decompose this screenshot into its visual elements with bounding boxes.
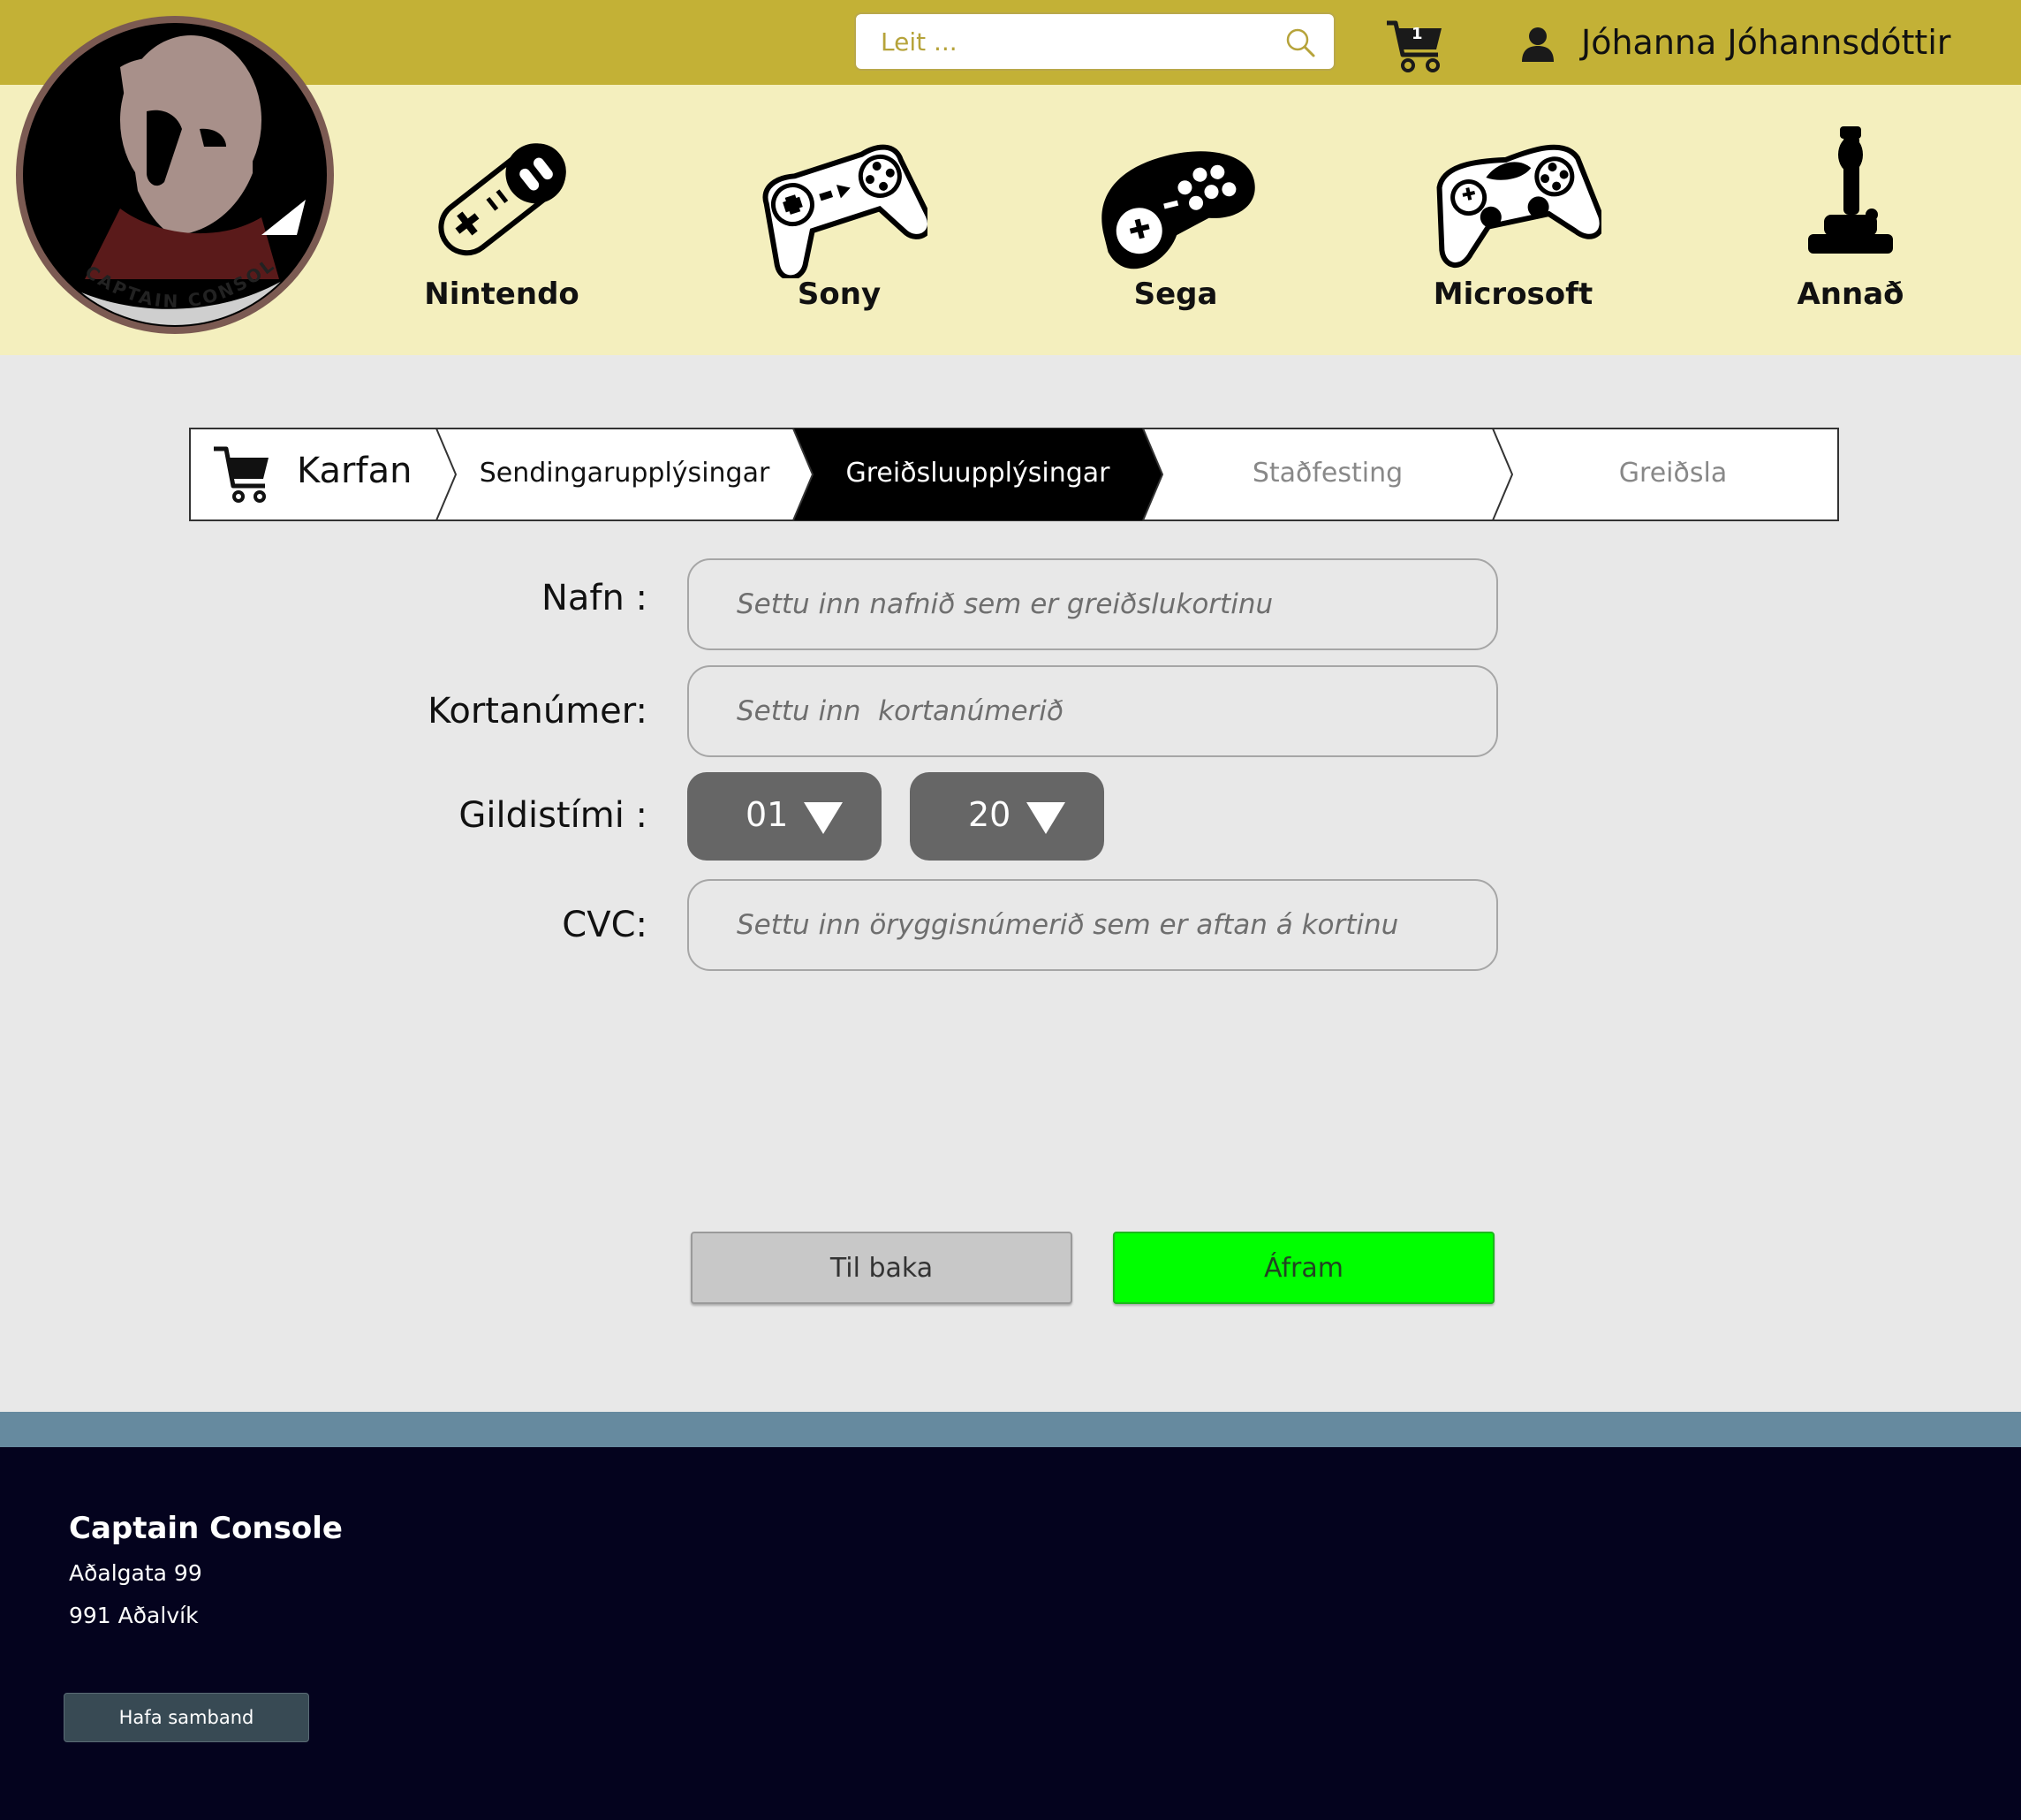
expiry-month-select[interactable]: 01 xyxy=(687,772,882,861)
category-sony[interactable]: Sony xyxy=(742,119,936,340)
chevron-down-icon xyxy=(804,802,843,834)
footer: Captain Console Aðalgata 99 991 Aðalvík … xyxy=(0,1447,2021,1820)
sega-controller-icon xyxy=(1101,151,1255,269)
name-label: Nafn : xyxy=(541,578,647,618)
snes-controller-icon xyxy=(438,143,566,256)
card-number-label: Kortanúmer: xyxy=(428,691,647,732)
cvc-label: CVC: xyxy=(562,905,647,945)
category-annad[interactable]: Annað xyxy=(1753,119,1948,340)
cart-button[interactable]: 1 xyxy=(1385,18,1445,74)
cart-count-badge: 1 xyxy=(1412,25,1423,43)
playstation-controller-icon xyxy=(762,144,927,278)
card-number-field xyxy=(687,665,1498,757)
footer-strip xyxy=(0,1412,2021,1447)
chevron-down-icon xyxy=(1026,802,1065,834)
back-button[interactable]: Til baka xyxy=(691,1232,1072,1304)
expiry-year-select[interactable]: 20 xyxy=(910,772,1104,861)
step-confirmation[interactable]: Staðfesting xyxy=(1157,458,1498,489)
expiry-month-value: 01 xyxy=(746,795,789,834)
captain-console-logo[interactable]: CAPTAIN CONSOLE xyxy=(14,14,336,336)
footer-address-city: 991 Aðalvík xyxy=(69,1603,199,1628)
name-field xyxy=(687,558,1498,650)
cvc-input[interactable] xyxy=(689,881,1496,969)
category-label: Sony xyxy=(797,277,882,312)
step-payment-info[interactable]: Greiðsluupplýsingar xyxy=(807,458,1148,489)
category-sega[interactable]: Sega xyxy=(1079,119,1273,340)
name-input[interactable] xyxy=(689,560,1496,648)
user-icon[interactable] xyxy=(1521,27,1555,62)
expiry-year-value: 20 xyxy=(968,795,1011,834)
category-label: Nintendo xyxy=(424,277,579,312)
search-box xyxy=(854,12,1336,71)
search-icon[interactable] xyxy=(1284,27,1316,58)
step-cart[interactable]: Karfan xyxy=(297,451,412,491)
footer-address-street: Aðalgata 99 xyxy=(69,1560,202,1586)
checkout-stepper: Karfan Sendingarupplýsingar Greiðsluuppl… xyxy=(189,428,1839,521)
step-shipping[interactable]: Sendingarupplýsingar xyxy=(454,458,795,489)
footer-title: Captain Console xyxy=(69,1511,343,1546)
cvc-field xyxy=(687,879,1498,971)
user-name[interactable]: Jóhanna Jóhannsdóttir xyxy=(1581,23,1951,62)
joystick-icon xyxy=(1808,126,1893,254)
expiry-label: Gildistími : xyxy=(458,795,647,836)
category-label: Microsoft xyxy=(1433,277,1593,312)
next-button[interactable]: Áfram xyxy=(1113,1232,1495,1304)
search-input[interactable] xyxy=(856,14,1271,69)
xbox-controller-icon xyxy=(1436,144,1601,269)
card-number-input[interactable] xyxy=(689,667,1496,755)
category-label: Annað xyxy=(1797,277,1904,312)
category-microsoft[interactable]: Microsoft xyxy=(1416,119,1610,340)
category-nintendo[interactable]: Nintendo xyxy=(405,119,599,340)
category-label: Sega xyxy=(1133,277,1218,312)
contact-button[interactable]: Hafa samband xyxy=(64,1693,309,1742)
step-payment[interactable]: Greiðsla xyxy=(1509,458,1837,489)
